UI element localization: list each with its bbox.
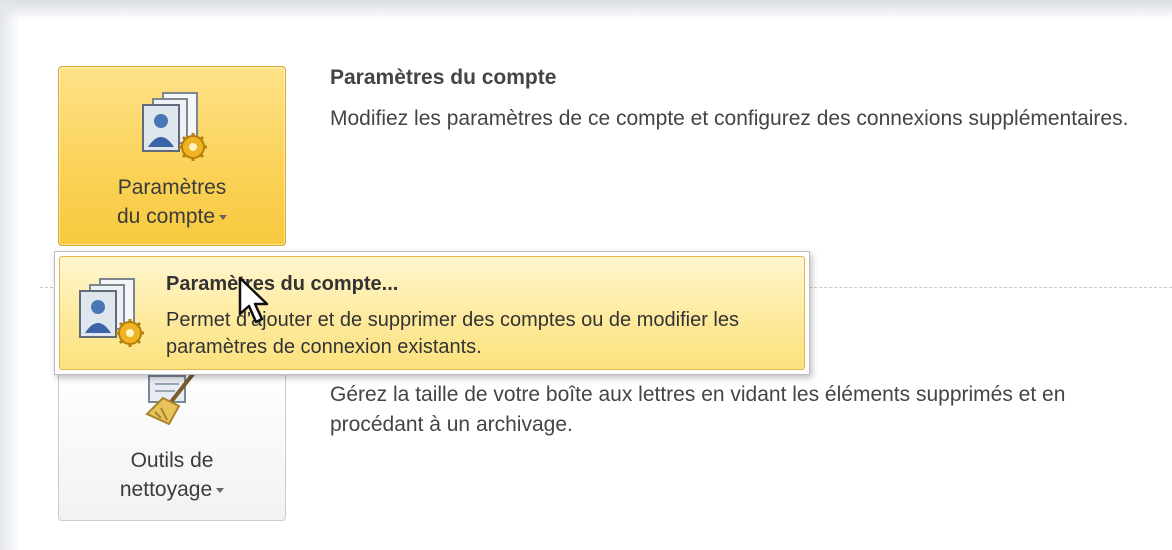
cleanup-tools-label-line1: Outils de (130, 449, 214, 472)
chevron-down-icon (216, 487, 225, 493)
account-info-panel: Paramètres du compte Paramètres du compt… (0, 0, 1172, 550)
menu-item-account-settings[interactable]: Paramètres du compte... Permet d'ajouter… (59, 256, 805, 370)
account-settings-title: Paramètres du compte (330, 66, 557, 89)
top-shadow (0, 0, 1172, 20)
account-settings-button[interactable]: Paramètres du compte (58, 66, 286, 246)
left-shadow (0, 0, 20, 550)
account-settings-icon (79, 278, 144, 347)
cleanup-tools-description: Gérez la taille de votre boîte aux lettr… (330, 383, 1066, 436)
chevron-down-icon (219, 214, 228, 220)
mouse-cursor-icon (238, 276, 269, 324)
cleanup-tools-button-label: Outils de nettoyage (59, 446, 285, 504)
account-settings-icon (142, 92, 207, 161)
broom-icon (145, 372, 195, 426)
cleanup-tools-label-line2: nettoyage (119, 478, 213, 501)
account-settings-description: Modifiez les paramètres de ce compte et … (330, 107, 1129, 130)
account-settings-label-line1: Paramètres (117, 176, 227, 199)
account-settings-dropdown: Paramètres du compte... Permet d'ajouter… (54, 251, 810, 375)
account-settings-button-label: Paramètres du compte (59, 173, 285, 231)
account-settings-label-line2: du compte (116, 205, 216, 228)
cleanup-tools-button[interactable]: Outils de nettoyage (58, 365, 286, 521)
menu-item-title: Paramètres du compte... (166, 273, 399, 295)
